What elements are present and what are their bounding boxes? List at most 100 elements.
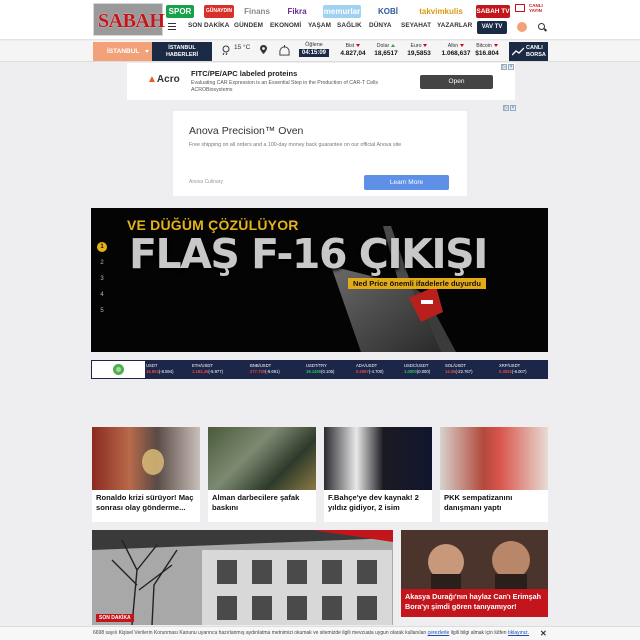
nav-seyahat[interactable]: SEYAHAT — [401, 22, 431, 29]
slide-dot-5[interactable]: 5 — [97, 306, 107, 316]
fikra-link[interactable]: Fikra — [280, 5, 314, 18]
crypto-change: (-6.007) — [511, 369, 527, 374]
side-story-title: Akasya Durağı'nın haylaz Can'ı Erimşah B… — [401, 589, 548, 617]
slide-dot-1[interactable]: 1 — [97, 242, 107, 252]
chevron-down-icon — [145, 50, 149, 53]
headline-slider[interactable]: VE DÜĞÜM ÇÖZÜLÜYOR FLAŞ F-16 ÇIKIŞI Ned … — [91, 208, 548, 352]
borsa-line1: CANLI — [526, 45, 543, 51]
news-card[interactable]: Alman darbecilere şafak baskını — [208, 427, 316, 522]
hero-headline[interactable]: FLAŞ F-16 ÇIKIŞI — [129, 230, 488, 278]
trend-down-icon — [460, 44, 465, 47]
cookie-text: 6698 sayılı Kişisel Verilerin Korunması … — [93, 630, 427, 636]
nav-gundem[interactable]: GÜNDEM — [234, 22, 263, 29]
market-euro[interactable]: Euro 19,5853 — [399, 42, 439, 58]
search-icon[interactable] — [538, 23, 545, 30]
cookie-details-link[interactable]: tıklayınız. — [508, 630, 529, 636]
ad-learn-more-button[interactable]: Learn More — [364, 175, 449, 190]
crypto-item[interactable]: BNB/USDT 277.700(-9.691) — [250, 363, 280, 375]
news-card-image — [208, 427, 316, 490]
market-name: Dolar — [376, 43, 390, 49]
hamburger-menu-icon[interactable] — [168, 23, 176, 30]
ad-banner-top[interactable]: ▲Acro FITC/PE/APC labeled proteins Evalu… — [127, 63, 515, 100]
crypto-ticker: USDT 16.804(-8.594) ETH/USDT 1.183,45(-5.9… — [91, 360, 548, 379]
markets-bar: İSTANBUL İSTANBUL HABERLERİ 15 °C Öğlene 0… — [0, 41, 640, 62]
prayer-countdown: 04:15:09 — [299, 49, 329, 57]
crypto-item[interactable]: USDT 16.804(-8.594) — [146, 363, 173, 375]
takvimkulis-link[interactable]: takvimkulis — [414, 5, 468, 18]
ad-sponsor: Anova Culinary — [189, 179, 223, 185]
ad-close-icon[interactable]: × — [510, 105, 516, 111]
memurlar-link[interactable]: memurlar — [323, 5, 361, 18]
news-card-title: F.Bahçe'ye dev kaynak! 2 yıldız gidiyor,… — [328, 493, 419, 512]
crypto-value: 1.0000 — [404, 369, 417, 374]
ad-banner-mid[interactable]: Anova Precision™ Oven Free shipping on a… — [172, 105, 516, 197]
nav-son-dakika[interactable]: SON DAKİKA — [188, 22, 229, 29]
logo-text: SABAH — [98, 10, 165, 32]
nav-saglik[interactable]: SAĞLIK — [337, 22, 362, 29]
news-card-title: Alman darbecilere şafak baskını — [212, 493, 300, 512]
kobi-link[interactable]: KOBİ — [373, 5, 403, 18]
news-card-image-detail — [142, 449, 164, 475]
side-story[interactable]: Akasya Durağı'nın haylaz Can'ı Erimşah B… — [401, 530, 548, 617]
live-borsa-button[interactable]: CANLI BORSA — [509, 42, 548, 61]
nav-yazarlar[interactable]: YAZARLAR — [437, 22, 472, 29]
sabah-tv-link[interactable]: SABAH TV — [476, 5, 510, 18]
crypto-item[interactable]: ADA/USDT 0.2697(-4.700) — [356, 363, 383, 375]
nav-ekonomi[interactable]: EKONOMİ — [270, 22, 301, 29]
crypto-item[interactable]: ETH/USDT 1.183,45(-5.977) — [192, 363, 223, 375]
news-card[interactable]: F.Bahçe'ye dev kaynak! 2 yıldız gidiyor,… — [324, 427, 432, 522]
side-story-image — [401, 530, 548, 590]
finans-link[interactable]: Finans — [242, 5, 272, 18]
spor-link[interactable]: SPOR — [166, 5, 194, 18]
sabah-logo[interactable]: SABAH — [93, 3, 165, 36]
cookie-text-mid: ilgili bilgi almak için lütfen — [450, 630, 507, 636]
nav-dunya[interactable]: DÜNYA — [369, 22, 392, 29]
city-selector[interactable]: İSTANBUL — [93, 42, 152, 61]
ad-info-icon[interactable]: ▷ — [503, 105, 509, 111]
crypto-item[interactable]: SOL/USDT 14.05(-22.767) — [445, 363, 472, 375]
trend-down-icon — [493, 44, 498, 47]
slide-dot-4[interactable]: 4 — [97, 290, 107, 300]
news-card-image — [440, 427, 548, 490]
city-news-button[interactable]: İSTANBUL HABERLERİ — [152, 42, 212, 61]
gunaydin-link[interactable]: GÜNAYDIN — [204, 5, 234, 18]
crypto-value: 0.2697 — [356, 369, 369, 374]
nav-yasam[interactable]: YAŞAM — [308, 22, 331, 29]
location-pin-icon[interactable] — [260, 45, 267, 54]
crypto-provider-logo[interactable] — [92, 361, 145, 378]
chart-icon — [512, 47, 524, 56]
ad-description: Evaluating CAR Expression is an Essentia… — [191, 80, 378, 93]
live-broadcast-link[interactable]: CANLI YAYIN — [529, 3, 545, 13]
crypto-value: 1.183,45 — [192, 369, 209, 374]
crypto-item[interactable]: USDT/TRY 19.1400(0.105) — [306, 363, 334, 375]
crypto-pair: USDT/TRY — [306, 363, 327, 368]
market-bitcoin[interactable]: Bitcoin $16.804 — [467, 42, 507, 58]
temperature: 15 °C — [234, 44, 251, 51]
avatar[interactable] — [517, 22, 527, 32]
crypto-item[interactable]: USDC/USDT 1.0000(0.000) — [404, 363, 430, 375]
cookie-link[interactable]: çerezlerle — [428, 630, 450, 636]
ad-title: FITC/PE/APC labeled proteins — [191, 69, 298, 78]
slide-dot-3[interactable]: 3 — [97, 274, 107, 284]
crypto-change: (-9.691) — [265, 369, 280, 374]
market-name: Bitcoin — [476, 43, 492, 49]
prayer-label: Öğlene — [305, 42, 323, 48]
market-value: $16.804 — [475, 50, 499, 57]
site-header: SABAH SPOR GÜNAYDIN Finans Fikra memurla… — [0, 0, 640, 40]
ad-info-icon[interactable]: ▷ — [501, 64, 507, 70]
close-icon[interactable]: ✕ — [540, 627, 547, 640]
feature-story[interactable]: SON DAKİKA — [92, 530, 393, 625]
crypto-value: 14.05 — [445, 369, 456, 374]
crypto-value: 277.700 — [250, 369, 266, 374]
ad-open-button[interactable]: Open — [420, 75, 493, 89]
trend-down-icon — [423, 44, 428, 47]
city-label: İSTANBUL — [107, 48, 140, 55]
slide-dot-2[interactable]: 2 — [97, 258, 107, 268]
crypto-item[interactable]: XRP/USDT 0.3532(-6.007) — [499, 363, 526, 375]
ad-close-icon[interactable]: × — [508, 64, 514, 70]
crypto-value: 19.1400 — [306, 369, 322, 374]
news-card[interactable]: Ronaldo krizi sürüyor! Maç sonrası olay … — [92, 427, 200, 522]
news-card[interactable]: PKK sempatizanını danışmanı yaptı — [440, 427, 548, 522]
vav-tv-link[interactable]: VAV TV — [477, 21, 507, 34]
news-card-title: Ronaldo krizi sürüyor! Maç sonrası olay … — [96, 493, 194, 512]
